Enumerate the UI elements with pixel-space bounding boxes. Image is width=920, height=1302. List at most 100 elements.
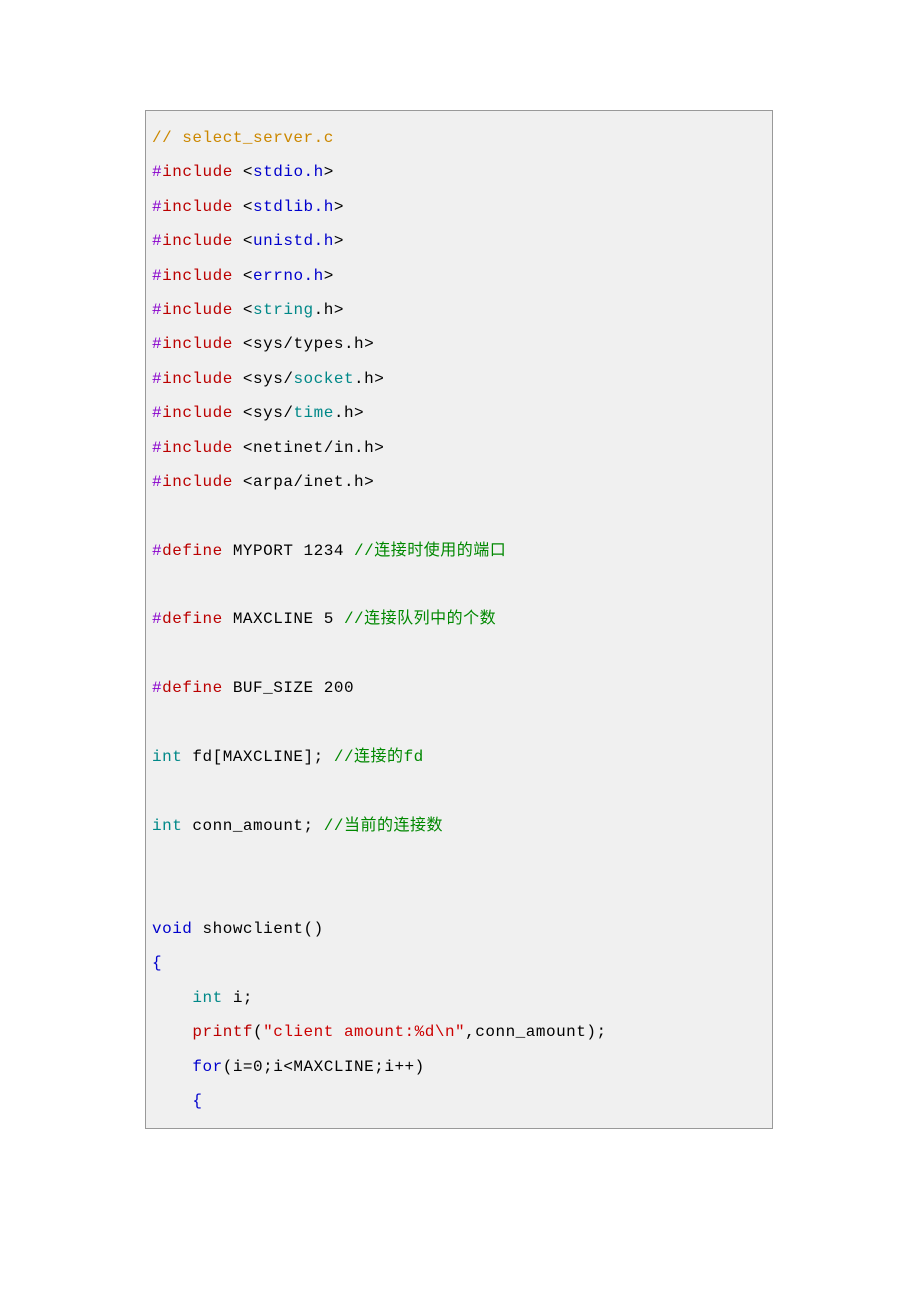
text: >: [324, 163, 334, 181]
code-line: printf("client amount:%d\n",conn_amount)…: [152, 1015, 766, 1049]
comment: //连接的: [334, 748, 404, 766]
header: unistd.h: [253, 232, 334, 250]
text: MAXCLINE 5: [223, 610, 344, 628]
text: .h>: [334, 404, 364, 422]
blank-line: [152, 568, 766, 602]
hash: #: [152, 610, 162, 628]
directive: define: [162, 542, 223, 560]
indent: [152, 989, 192, 1007]
hash: #: [152, 301, 162, 319]
code-line: #define BUF_SIZE 200: [152, 671, 766, 705]
code-line: #include <sys/socket.h>: [152, 362, 766, 396]
code-block: // select_server.c #include <stdio.h> #i…: [145, 110, 773, 1129]
code-line: #include <stdlib.h>: [152, 190, 766, 224]
code-line: #include <netinet/in.h>: [152, 431, 766, 465]
directive: include: [162, 198, 233, 216]
text: <sys/: [233, 370, 294, 388]
code-line: #include <errno.h>: [152, 259, 766, 293]
code-line: #define MAXCLINE 5 //连接队列中的个数: [152, 602, 766, 636]
directive: include: [162, 335, 233, 353]
comment: //连接队列中的个数: [344, 610, 496, 628]
blank-line: [152, 706, 766, 740]
brace: {: [152, 954, 162, 972]
directive: include: [162, 267, 233, 285]
header: time: [293, 404, 333, 422]
hash: #: [152, 370, 162, 388]
type: int: [152, 817, 182, 835]
text: <: [233, 163, 253, 181]
type: int: [152, 748, 182, 766]
text: MYPORT 1234: [223, 542, 354, 560]
blank-line: [152, 499, 766, 533]
blank-line: [152, 843, 766, 877]
hash: #: [152, 163, 162, 181]
text: (i=0;i<MAXCLINE;i++): [223, 1058, 425, 1076]
code-line: #include <sys/types.h>: [152, 327, 766, 361]
hash: #: [152, 335, 162, 353]
header: stdio.h: [253, 163, 324, 181]
text: ,conn_amount);: [465, 1023, 606, 1041]
string: "client amount:%d\n": [263, 1023, 465, 1041]
text: <sys/types.h>: [233, 335, 374, 353]
directive: include: [162, 163, 233, 181]
code-line: #define MYPORT 1234 //连接时使用的端口: [152, 534, 766, 568]
code-line: // select_server.c: [152, 121, 766, 155]
comment: fd: [404, 748, 424, 766]
code-line: for(i=0;i<MAXCLINE;i++): [152, 1050, 766, 1084]
hash: #: [152, 404, 162, 422]
header: stdlib.h: [253, 198, 334, 216]
func: printf: [192, 1023, 253, 1041]
hash: #: [152, 232, 162, 250]
code-line: #include <arpa/inet.h>: [152, 465, 766, 499]
text: <netinet/in.h>: [233, 439, 385, 457]
text: >: [324, 267, 334, 285]
text: conn_amount;: [182, 817, 323, 835]
text: <sys/: [233, 404, 294, 422]
brace: {: [152, 1092, 203, 1110]
directive: include: [162, 301, 233, 319]
blank-line: [152, 774, 766, 808]
text: BUF_SIZE 200: [223, 679, 354, 697]
text: showclient(): [192, 920, 323, 938]
text: <: [233, 267, 253, 285]
hash: #: [152, 198, 162, 216]
comment: // select_server.c: [152, 129, 334, 147]
text: >: [334, 198, 344, 216]
text: >: [334, 232, 344, 250]
directive: include: [162, 232, 233, 250]
code-line: {: [152, 946, 766, 980]
hash: #: [152, 542, 162, 560]
directive: define: [162, 610, 223, 628]
text: <: [233, 301, 253, 319]
header: errno.h: [253, 267, 324, 285]
code-line: void showclient(): [152, 912, 766, 946]
text: <: [233, 198, 253, 216]
indent: [152, 1058, 192, 1076]
blank-line: [152, 637, 766, 671]
keyword: for: [192, 1058, 222, 1076]
text: .h>: [354, 370, 384, 388]
code-line: int i;: [152, 981, 766, 1015]
directive: include: [162, 439, 233, 457]
text: i;: [223, 989, 253, 1007]
code-line: int conn_amount; //当前的连接数: [152, 809, 766, 843]
hash: #: [152, 267, 162, 285]
text: fd[MAXCLINE];: [182, 748, 334, 766]
code-line: #include <stdio.h>: [152, 155, 766, 189]
blank-line: [152, 878, 766, 912]
directive: define: [162, 679, 223, 697]
indent: [152, 1023, 192, 1041]
code-line: #include <string.h>: [152, 293, 766, 327]
code-line: #include <sys/time.h>: [152, 396, 766, 430]
directive: include: [162, 404, 233, 422]
header: socket: [293, 370, 354, 388]
text: <arpa/inet.h>: [233, 473, 374, 491]
text: <: [233, 232, 253, 250]
keyword: void: [152, 920, 192, 938]
code-line: int fd[MAXCLINE]; //连接的fd: [152, 740, 766, 774]
text: (: [253, 1023, 263, 1041]
code-line: {: [152, 1084, 766, 1118]
directive: include: [162, 473, 233, 491]
text: .h>: [314, 301, 344, 319]
hash: #: [152, 473, 162, 491]
